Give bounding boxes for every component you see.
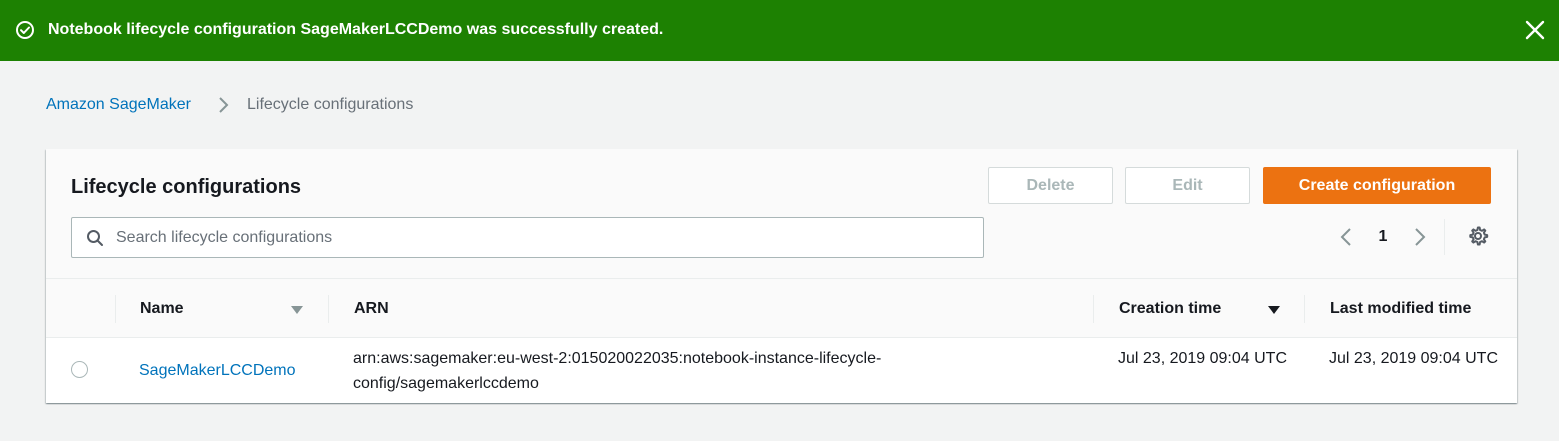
delete-button[interactable]: Delete xyxy=(988,167,1113,204)
success-flash-banner: Notebook lifecycle configuration SageMak… xyxy=(0,0,1559,61)
column-separator xyxy=(328,295,329,323)
configuration-arn: arn:aws:sagemaker:eu-west-2:015020022035… xyxy=(353,350,882,392)
column-header-creation-time[interactable]: Creation time xyxy=(1119,300,1221,318)
chevron-right-icon xyxy=(219,97,229,113)
chevron-right-icon[interactable] xyxy=(1412,226,1428,248)
table-row[interactable]: SageMakerLCCDemo arn:aws:sagemaker:eu-we… xyxy=(46,338,1517,403)
chevron-left-icon[interactable] xyxy=(1338,226,1354,248)
column-separator xyxy=(1304,295,1305,323)
configuration-name-link[interactable]: SageMakerLCCDemo xyxy=(139,358,296,383)
column-header-name[interactable]: Name xyxy=(140,300,184,318)
column-header-last-modified-time[interactable]: Last modified time xyxy=(1330,300,1471,318)
search-icon xyxy=(87,230,103,246)
pagination-current-page[interactable]: 1 xyxy=(1372,227,1394,247)
sort-down-icon[interactable] xyxy=(290,305,304,315)
breadcrumb-current: Lifecycle configurations xyxy=(247,96,414,113)
success-check-circle-icon xyxy=(16,21,34,39)
gear-icon[interactable] xyxy=(1467,225,1489,247)
edit-button[interactable]: Edit xyxy=(1125,167,1250,204)
creation-time: Jul 23, 2019 09:04 UTC xyxy=(1118,350,1287,367)
breadcrumb-link-sagemaker[interactable]: Amazon SageMaker xyxy=(46,95,191,115)
search-input[interactable] xyxy=(116,218,976,257)
create-configuration-button[interactable]: Create configuration xyxy=(1263,167,1491,204)
lifecycle-configurations-panel: Lifecycle configurations Delete Edit Cre… xyxy=(46,149,1517,403)
close-icon[interactable] xyxy=(1524,19,1546,41)
sort-down-icon[interactable] xyxy=(1267,305,1281,315)
column-header-arn[interactable]: ARN xyxy=(354,300,389,318)
search-box xyxy=(71,217,984,258)
flash-message: Notebook lifecycle configuration SageMak… xyxy=(48,21,664,38)
pagination-divider xyxy=(1444,219,1445,255)
page-title: Lifecycle configurations xyxy=(71,176,302,198)
table-header: Name ARN Creation time Last modified tim… xyxy=(46,279,1517,338)
last-modified-time: Jul 23, 2019 09:04 UTC xyxy=(1329,350,1498,367)
panel-header: Lifecycle configurations Delete Edit Cre… xyxy=(46,149,1517,279)
column-separator xyxy=(1093,295,1094,323)
column-separator xyxy=(115,295,116,323)
row-select-radio[interactable] xyxy=(71,361,88,378)
